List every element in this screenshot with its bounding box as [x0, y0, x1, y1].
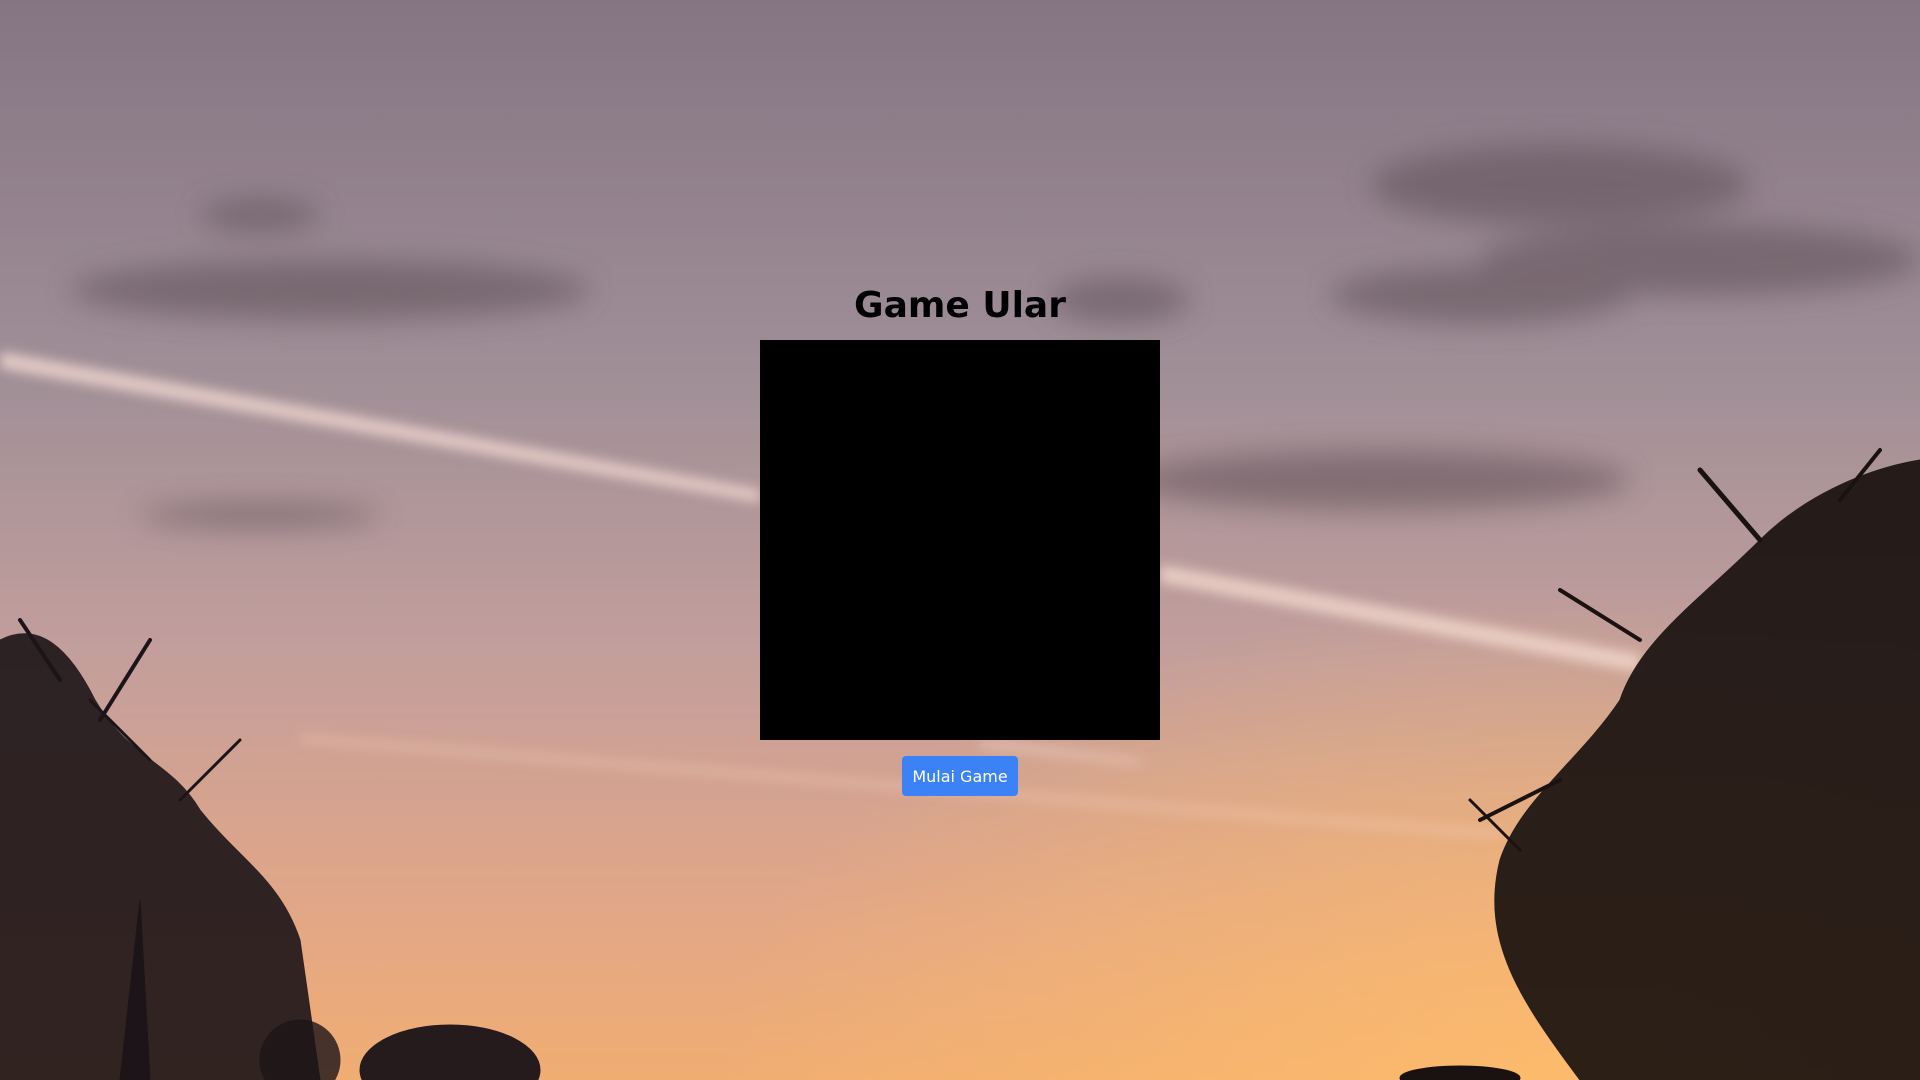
game-container: Game Ular Mulai Game — [0, 0, 1920, 1080]
start-game-button[interactable]: Mulai Game — [902, 756, 1018, 796]
game-board-canvas[interactable] — [760, 340, 1160, 740]
page-title: Game Ular — [854, 285, 1066, 326]
